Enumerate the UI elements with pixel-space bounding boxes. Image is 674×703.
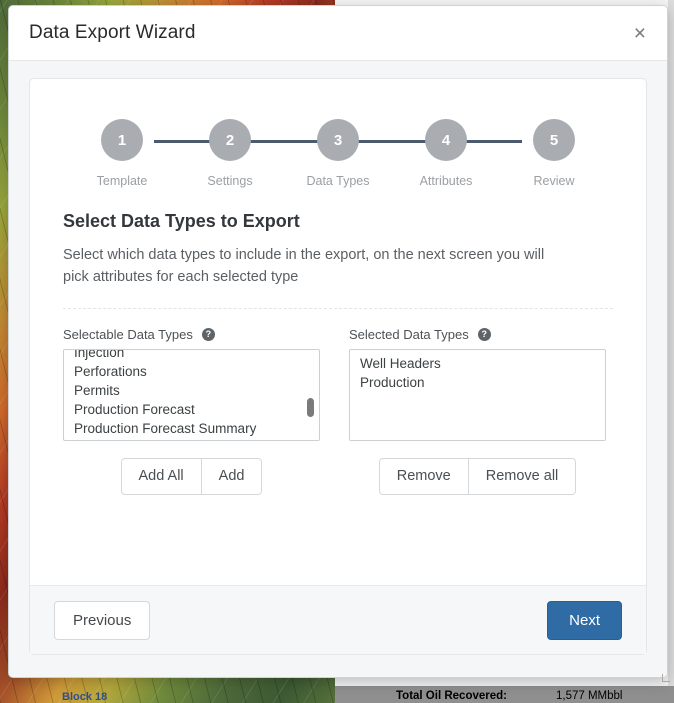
transfer-button-rows: Add All Add Remove Remove all [54,458,622,495]
page-description: Select which data types to include in th… [54,245,594,289]
add-all-button[interactable]: Add All [121,458,202,495]
transfer-lists: Selectable Data Types ? Injection Perfor… [54,327,622,441]
listbox-scrollbar-thumb[interactable] [307,398,314,417]
list-item[interactable]: Production [360,373,597,392]
step-number-4: 4 [425,119,467,161]
step-settings[interactable]: 2 Settings [184,101,276,197]
add-button[interactable]: Add [202,458,263,495]
add-button-group: Add All Add [63,458,320,495]
help-circle-icon[interactable]: ? [202,328,215,341]
step-data-types[interactable]: 3 Data Types [292,101,384,197]
step-template[interactable]: 1 Template [76,101,168,197]
step-number-5: 5 [533,119,575,161]
selected-column: Selected Data Types ? Well Headers Produ… [349,327,606,441]
list-item[interactable]: Production Forecast Summary [74,419,311,438]
dialog-body: 1 Template 2 Settings 3 Data Types 4 Att… [9,61,667,677]
list-item[interactable]: Permits [74,381,311,400]
resize-handle-icon[interactable] [662,674,670,682]
section-divider [63,308,613,309]
remove-button[interactable]: Remove [379,458,469,495]
selected-data-types-listbox[interactable]: Well Headers Production [349,349,606,441]
selectable-list-label: Selectable Data Types [63,327,193,342]
data-export-wizard-dialog: Data Export Wizard × 1 Template 2 Settin… [8,5,668,678]
previous-button[interactable]: Previous [54,601,150,640]
page-title: Select Data Types to Export [54,211,622,232]
background-map-label: Block 18 [62,691,107,703]
step-label-review: Review [534,174,575,188]
background-stat-value: 1,577 MMbbl [556,690,622,702]
step-number-1: 1 [101,119,143,161]
help-circle-icon[interactable]: ? [478,328,491,341]
list-item[interactable]: Perforations [74,362,311,381]
wizard-footer: Previous Next [30,585,646,654]
wizard-card: 1 Template 2 Settings 3 Data Types 4 Att… [29,78,647,655]
close-icon[interactable]: × [629,21,651,46]
step-attributes[interactable]: 4 Attributes [400,101,492,197]
step-label-attributes: Attributes [420,174,473,188]
step-label-data-types: Data Types [306,174,369,188]
step-number-2: 2 [209,119,251,161]
list-item[interactable]: Production Forecast [74,400,311,419]
step-review[interactable]: 5 Review [508,101,600,197]
dialog-header: Data Export Wizard × [9,6,667,61]
step-label-template: Template [97,174,148,188]
selected-list-label: Selected Data Types [349,327,469,342]
remove-all-button[interactable]: Remove all [469,458,577,495]
next-button[interactable]: Next [547,601,622,640]
selectable-column: Selectable Data Types ? Injection Perfor… [63,327,320,441]
wizard-stepper: 1 Template 2 Settings 3 Data Types 4 Att… [76,101,600,197]
step-label-settings: Settings [207,174,252,188]
selectable-data-types-listbox[interactable]: Injection Perforations Permits Productio… [63,349,320,441]
step-number-3: 3 [317,119,359,161]
background-scrollbar[interactable] [668,0,674,686]
dialog-title: Data Export Wizard [29,22,629,44]
list-item[interactable]: Injection [74,349,311,362]
background-stat-label: Total Oil Recovered: [396,690,507,702]
remove-button-group: Remove Remove all [349,458,606,495]
list-item[interactable]: Well Headers [360,354,597,373]
